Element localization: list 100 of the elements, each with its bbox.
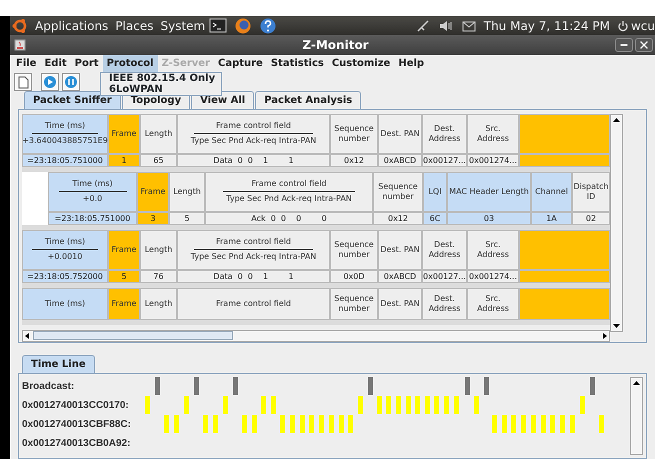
table-cell: 3	[137, 212, 169, 225]
power-icon[interactable]	[616, 20, 629, 32]
header-text: Sequence number	[333, 240, 375, 260]
table-cell: 1	[108, 154, 140, 167]
table-cell: =23:18:05.751000	[22, 154, 108, 167]
table-cell: 0x0D	[330, 270, 378, 283]
table-cell: 0x12	[373, 212, 423, 225]
header-text: Dest. Address	[428, 294, 462, 314]
table-cell: 0x001274...	[467, 270, 519, 283]
horizontal-scrollbar[interactable]	[22, 330, 610, 342]
header-text: Frame control field	[216, 121, 291, 132]
header-text: Dest. PAN	[380, 128, 420, 139]
table-cell: 65	[140, 154, 177, 167]
header-subtext: +3.640043885751E9	[22, 136, 108, 146]
header-subtext: +0.0	[82, 194, 102, 204]
menu-item[interactable]: Capture	[214, 54, 267, 72]
table-cell: 0x00127...	[422, 154, 467, 167]
menu-item[interactable]: Port	[70, 54, 103, 72]
table-cell: Data 0 0 1 1	[177, 270, 330, 283]
header-text: Channel	[535, 186, 568, 197]
menu-item[interactable]: Protocol	[102, 54, 158, 72]
table-cell: =23:18:05.751000	[48, 212, 137, 225]
right-arrow-icon[interactable]	[601, 330, 609, 341]
timeline-tab[interactable]: Time Line	[22, 354, 95, 373]
globe-icon[interactable]	[234, 16, 252, 35]
header-text: Length	[144, 298, 172, 309]
table-cell: =23:18:05.752000	[22, 270, 108, 283]
header-text: Length	[144, 128, 172, 139]
table-cell: 76	[140, 270, 177, 283]
header-subtext: Type Sec Pnd Ack-req Intra-PAN	[190, 252, 316, 262]
header-text: Time (ms)	[72, 179, 113, 190]
menu-item[interactable]: Customize	[328, 54, 394, 72]
header-text: MAC Header Length	[449, 186, 529, 197]
menu-item[interactable]: Edit	[40, 54, 71, 72]
row-label: 0x0012740013CB0A92:	[22, 436, 132, 451]
header-text: Frame	[112, 244, 136, 255]
left-arrow-icon[interactable]	[23, 330, 31, 341]
header-text: Sequence number	[333, 124, 375, 144]
header-text: Length	[173, 186, 201, 197]
clock[interactable]: Thu May 7, 11:24 PM	[484, 16, 610, 35]
header-text: Frame control field	[251, 179, 326, 190]
header-text: Sequence number	[377, 182, 419, 202]
header-text: Frame	[140, 186, 166, 197]
terminal-icon[interactable]	[209, 16, 228, 35]
row-label: Broadcast:	[22, 380, 76, 394]
header-text: Dest. PAN	[380, 298, 420, 309]
header-text: Src. Address	[476, 124, 510, 144]
header-text: Length	[144, 244, 172, 255]
table-cell: 03	[447, 212, 531, 225]
new-document-button[interactable]	[14, 73, 32, 92]
panel-menu[interactable]: Applications	[35, 16, 108, 35]
menu-option[interactable]: IEEE 802.15.4 Only	[101, 72, 222, 84]
table-cell: Data 0 0 1 1	[177, 154, 330, 167]
table-cell: 0xABCD	[378, 154, 422, 167]
vertical-scrollbar[interactable]	[610, 114, 623, 332]
header-text: Frame control field	[216, 298, 291, 309]
menu-item[interactable]: File	[12, 54, 40, 72]
table-cell: 0xABCD	[378, 270, 422, 283]
header-text: Dispatch ID	[573, 182, 609, 202]
header-text: Sequence number	[333, 294, 375, 314]
header-subtext: Type Sec Pnd Ack-req Intra-PAN	[190, 136, 316, 146]
header-text: Src. Address	[476, 294, 510, 314]
play-button[interactable]	[41, 73, 59, 92]
network-icon[interactable]	[414, 18, 431, 34]
window-title: Z-Monitor	[301, 37, 370, 54]
header-text: Src. Address	[476, 240, 510, 260]
row-label: 0x0012740013CBF88C:	[22, 418, 132, 432]
header-subtext: +0.0010	[48, 252, 82, 262]
minimize-button[interactable]	[615, 38, 633, 52]
panel-menu[interactable]: System	[160, 16, 206, 35]
header-text: Dest. PAN	[380, 244, 420, 255]
header-subtext: Type Sec Pnd Ack-req Intra-PAN	[226, 194, 352, 204]
table-cell: 0x001274...	[467, 154, 519, 167]
table-cell: 5	[108, 270, 140, 283]
header-text: Frame control field	[216, 237, 291, 248]
panel-menu[interactable]: Places	[115, 16, 154, 35]
tab[interactable]: Packet Analysis	[255, 90, 362, 109]
header-text: Time (ms)	[44, 121, 86, 132]
close-button[interactable]	[635, 38, 653, 52]
pause-button[interactable]	[62, 73, 80, 92]
table-cell: 1A	[531, 212, 572, 225]
help-icon[interactable]	[259, 16, 278, 35]
menu-item[interactable]: Help	[394, 54, 428, 72]
table-cell: 0x00127...	[422, 270, 467, 283]
header-text: LQI	[428, 186, 442, 197]
table-cell: 0x12	[330, 154, 378, 167]
header-text: Frame	[112, 128, 136, 139]
logo-icon[interactable]	[12, 18, 28, 34]
app-icon	[14, 39, 26, 52]
header-text: Frame	[112, 298, 136, 309]
user-name[interactable]: wcu	[630, 16, 655, 35]
header-text: Dest. Address	[428, 124, 462, 144]
table-cell: Ack 0 0 0 0	[205, 212, 373, 225]
table-cell: 6C	[423, 212, 447, 225]
menu-item[interactable]: Statistics	[266, 54, 328, 72]
row-label: 0x0012740013CC0170:	[22, 398, 130, 413]
header-text: Time (ms)	[44, 237, 86, 248]
vertical-scrollbar[interactable]	[630, 376, 643, 455]
header-text: Time (ms)	[44, 298, 86, 309]
table-cell: 02	[572, 212, 610, 225]
